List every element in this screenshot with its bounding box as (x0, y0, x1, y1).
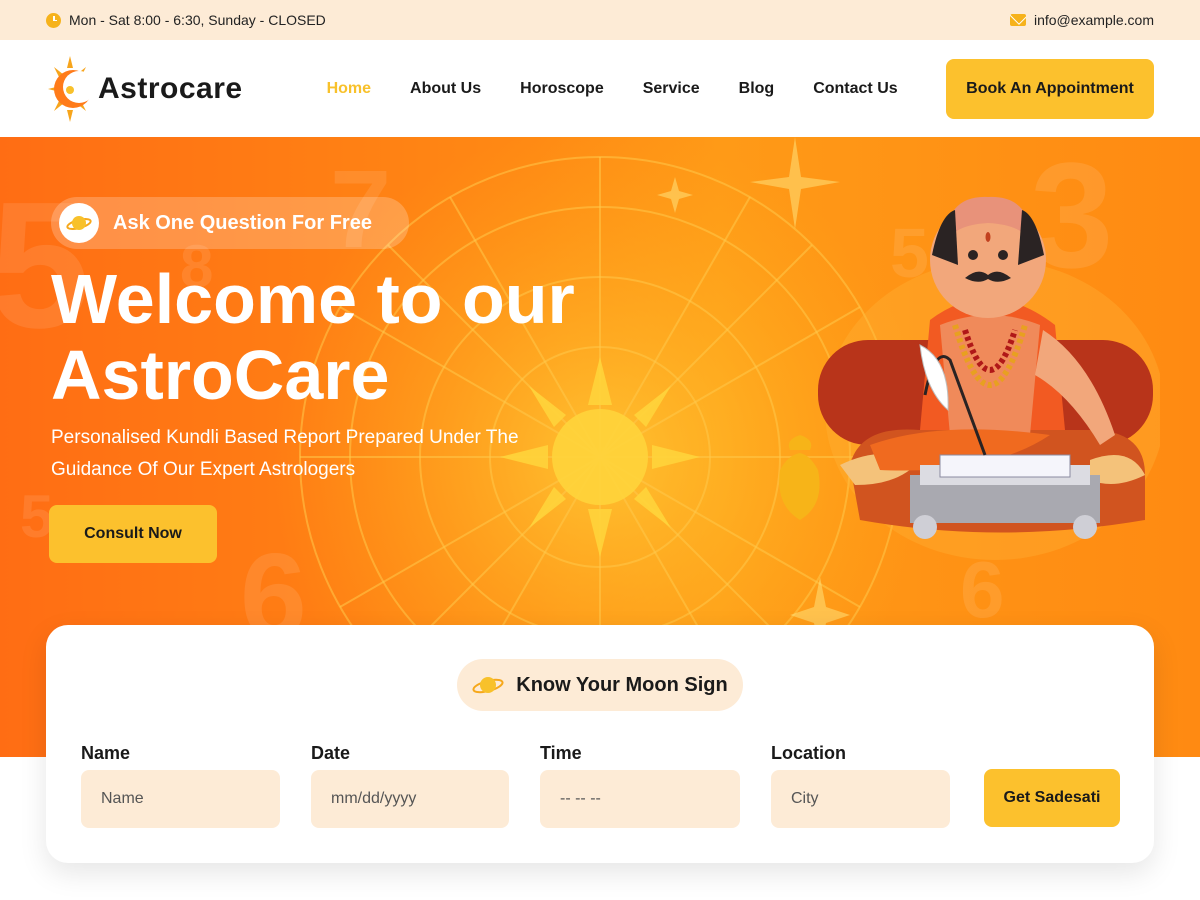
site-header: Astrocare Home About Us Horoscope Servic… (0, 40, 1200, 137)
name-field: Name (81, 743, 280, 828)
name-input[interactable] (81, 770, 280, 828)
page: Mon - Sat 8:00 - 6:30, Sunday - CLOSED i… (0, 0, 1200, 900)
main-nav: Home About Us Horoscope Service Blog Con… (327, 80, 898, 98)
moon-sign-title: Know Your Moon Sign (516, 673, 728, 696)
ask-question-label: Ask One Question For Free (113, 211, 372, 234)
get-sadesati-button[interactable]: Get Sadesati (984, 769, 1120, 827)
nav-blog[interactable]: Blog (739, 80, 775, 98)
moon-sign-card: Know Your Moon Sign Name Date Time Locat… (46, 625, 1154, 863)
hero-subtitle-line1: Personalised Kundli Based Report Prepare… (51, 427, 519, 448)
time-input[interactable] (540, 770, 740, 828)
moon-sign-heading: Know Your Moon Sign (457, 659, 743, 711)
planet-icon (472, 677, 504, 694)
time-field: Time (540, 743, 740, 828)
location-field: Location (771, 743, 950, 828)
mail-icon (1009, 14, 1026, 26)
nav-about-us[interactable]: About Us (410, 80, 481, 98)
time-label: Time (540, 743, 582, 763)
sun-moon-logo-icon (48, 55, 94, 122)
planet-icon (59, 203, 99, 243)
date-field: Date (311, 743, 509, 828)
name-label: Name (81, 743, 131, 763)
email-text[interactable]: info@example.com (1034, 12, 1154, 28)
brand-name: Astrocare (98, 71, 243, 105)
location-input[interactable] (771, 770, 950, 828)
hero-subtitle-line2: Guidance Of Our Expert Astrologers (51, 459, 356, 480)
astrologer-illustration (779, 196, 1160, 560)
top-info-bar: Mon - Sat 8:00 - 6:30, Sunday - CLOSED i… (0, 0, 1200, 40)
nav-home[interactable]: Home (327, 80, 371, 98)
hero-subtitle: Personalised Kundli Based Report Prepare… (51, 422, 591, 486)
ask-question-badge[interactable]: Ask One Question For Free (51, 197, 409, 249)
hero-title-line2: AstroCare (51, 336, 390, 414)
logo[interactable]: Astrocare (46, 54, 243, 124)
nav-horoscope[interactable]: Horoscope (520, 80, 604, 98)
date-label: Date (311, 743, 351, 763)
nav-service[interactable]: Service (643, 80, 700, 98)
hero-title-line1: Welcome to our (51, 260, 575, 338)
contact-email[interactable]: info@example.com (1009, 12, 1154, 28)
consult-now-button[interactable]: Consult Now (49, 505, 217, 563)
location-label: Location (771, 743, 846, 763)
date-input[interactable] (311, 770, 509, 828)
nav-contact-us[interactable]: Contact Us (813, 80, 897, 98)
book-appointment-button[interactable]: Book An Appointment (946, 58, 1154, 119)
business-hours: Mon - Sat 8:00 - 6:30, Sunday - CLOSED (46, 12, 326, 28)
hours-text: Mon - Sat 8:00 - 6:30, Sunday - CLOSED (69, 12, 326, 28)
clock-icon (46, 12, 61, 28)
hero-title: Welcome to our AstroCare (51, 261, 691, 413)
